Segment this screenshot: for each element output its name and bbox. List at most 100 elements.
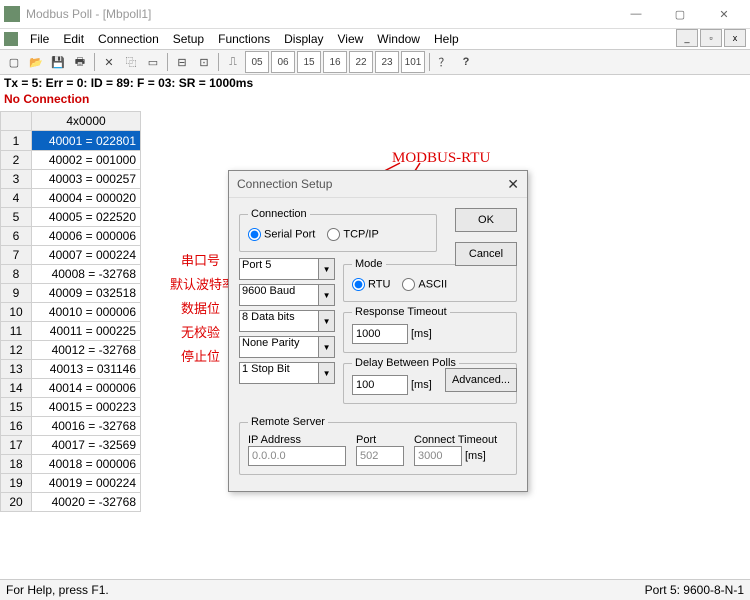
grid-row-index[interactable]: 18 — [1, 455, 32, 474]
grid-cell[interactable]: 40003 = 000257 — [32, 170, 141, 189]
grid-row-index[interactable]: 10 — [1, 303, 32, 322]
grid-cell[interactable]: 40007 = 000224 — [32, 246, 141, 265]
grid-row-index[interactable]: 1 — [1, 131, 32, 151]
grid-row-index[interactable]: 13 — [1, 360, 32, 379]
menu-edit[interactable]: Edit — [57, 30, 90, 48]
rtu-radio[interactable]: RTU — [352, 278, 390, 291]
grid-row-index[interactable]: 3 — [1, 170, 32, 189]
about-icon[interactable]: ? — [456, 52, 476, 72]
tool-icon[interactable]: ⊟ — [172, 52, 192, 72]
paste-icon[interactable]: ▭ — [143, 52, 163, 72]
dialog-titlebar: Connection Setup ✕ — [229, 171, 527, 198]
grid-cell[interactable]: 40006 = 000006 — [32, 227, 141, 246]
port-select[interactable]: Port 5▼ — [239, 258, 335, 280]
toolbar-fc-23[interactable]: 23 — [375, 51, 399, 73]
stopbit-select[interactable]: 1 Stop Bit▼ — [239, 362, 335, 384]
grid-row-index[interactable]: 15 — [1, 398, 32, 417]
grid-cell[interactable]: 40005 = 022520 — [32, 208, 141, 227]
port-input[interactable] — [356, 446, 404, 466]
cut-icon[interactable]: ✕ — [99, 52, 119, 72]
tcpip-radio[interactable]: TCP/IP — [327, 228, 378, 241]
toolbar-fc-05[interactable]: 05 — [245, 51, 269, 73]
open-icon[interactable]: 📂 — [26, 52, 46, 72]
menu-file[interactable]: File — [24, 30, 55, 48]
statusbar-port: Port 5: 9600-8-N-1 — [645, 583, 744, 597]
tool2-icon[interactable]: ⊡ — [194, 52, 214, 72]
toolbar-fc-16[interactable]: 16 — [323, 51, 347, 73]
grid-cell[interactable]: 40001 = 022801 — [32, 131, 141, 151]
toolbar-fc-15[interactable]: 15 — [297, 51, 321, 73]
grid-cell[interactable]: 40012 = -32768 — [32, 341, 141, 360]
print-icon[interactable]: 🖶 — [70, 52, 90, 72]
ascii-radio[interactable]: ASCII — [402, 278, 447, 291]
cancel-button[interactable]: Cancel — [455, 242, 517, 266]
parity-select[interactable]: None Parity▼ — [239, 336, 335, 358]
grid-cell[interactable]: 40004 = 000020 — [32, 189, 141, 208]
menu-functions[interactable]: Functions — [212, 30, 276, 48]
help-icon[interactable]: ？ — [434, 52, 454, 72]
grid-row-index[interactable]: 2 — [1, 151, 32, 170]
menu-window[interactable]: Window — [371, 30, 426, 48]
mode-legend: Mode — [352, 258, 386, 270]
grid-row-index[interactable]: 17 — [1, 436, 32, 455]
grid-cell[interactable]: 40020 = -32768 — [32, 493, 141, 512]
connect-timeout-input[interactable] — [414, 446, 462, 466]
menu-help[interactable]: Help — [428, 30, 465, 48]
remote-server-legend: Remote Server — [248, 416, 328, 428]
menu-display[interactable]: Display — [278, 30, 329, 48]
grid-cell[interactable]: 40019 = 000224 — [32, 474, 141, 493]
grid-row-index[interactable]: 4 — [1, 189, 32, 208]
mdi-restore[interactable]: ▫ — [700, 29, 722, 47]
menu-setup[interactable]: Setup — [167, 30, 210, 48]
grid-row-index[interactable]: 9 — [1, 284, 32, 303]
grid-cell[interactable]: 40013 = 031146 — [32, 360, 141, 379]
mdi-minimize[interactable]: _ — [676, 29, 698, 47]
ip-input[interactable] — [248, 446, 346, 466]
menu-connection[interactable]: Connection — [92, 30, 165, 48]
grid-row-index[interactable]: 7 — [1, 246, 32, 265]
dialog-close-icon[interactable]: ✕ — [507, 176, 519, 193]
toolbar-fc-06[interactable]: 06 — [271, 51, 295, 73]
delay-input[interactable] — [352, 375, 408, 395]
toolbar-fc-101[interactable]: 101 — [401, 51, 425, 73]
grid-row-index[interactable]: 8 — [1, 265, 32, 284]
toolbar-fc-22[interactable]: 22 — [349, 51, 373, 73]
response-timeout-input[interactable] — [352, 324, 408, 344]
grid-row-index[interactable]: 12 — [1, 341, 32, 360]
save-icon[interactable]: 💾 — [48, 52, 68, 72]
advanced-button[interactable]: Advanced... — [445, 368, 517, 392]
grid-cell[interactable]: 40010 = 000006 — [32, 303, 141, 322]
copy-icon[interactable]: ⿻ — [121, 52, 141, 72]
status-line: Tx = 5: Err = 0: ID = 89: F = 03: SR = 1… — [0, 75, 750, 91]
grid-row-index[interactable]: 16 — [1, 417, 32, 436]
grid-row-index[interactable]: 20 — [1, 493, 32, 512]
databits-select[interactable]: 8 Data bits▼ — [239, 310, 335, 332]
maximize-button[interactable]: ▢ — [658, 0, 702, 28]
grid-cell[interactable]: 40015 = 000223 — [32, 398, 141, 417]
ok-button[interactable]: OK — [455, 208, 517, 232]
grid-cell[interactable]: 40014 = 000006 — [32, 379, 141, 398]
statusbar-help: For Help, press F1. — [6, 583, 109, 597]
response-timeout-group: Response Timeout [ms] — [343, 306, 517, 353]
close-button[interactable]: ✕ — [702, 0, 746, 28]
grid-row-index[interactable]: 6 — [1, 227, 32, 246]
menu-view[interactable]: View — [332, 30, 370, 48]
new-icon[interactable]: ▢ — [4, 52, 24, 72]
dialog-title: Connection Setup — [237, 177, 332, 191]
grid-cell[interactable]: 40002 = 001000 — [32, 151, 141, 170]
grid-cell[interactable]: 40017 = -32569 — [32, 436, 141, 455]
grid-row-index[interactable]: 14 — [1, 379, 32, 398]
baud-select[interactable]: 9600 Baud▼ — [239, 284, 335, 306]
grid-cell[interactable]: 40008 = -32768 — [32, 265, 141, 284]
grid-cell[interactable]: 40016 = -32768 — [32, 417, 141, 436]
pulse-icon[interactable]: ⎍ — [223, 52, 243, 72]
grid-cell[interactable]: 40011 = 000225 — [32, 322, 141, 341]
grid-row-index[interactable]: 19 — [1, 474, 32, 493]
grid-row-index[interactable]: 5 — [1, 208, 32, 227]
serial-port-radio[interactable]: Serial Port — [248, 228, 315, 241]
mdi-close[interactable]: x — [724, 29, 746, 47]
grid-cell[interactable]: 40009 = 032518 — [32, 284, 141, 303]
grid-cell[interactable]: 40018 = 000006 — [32, 455, 141, 474]
minimize-button[interactable]: — — [614, 0, 658, 28]
grid-row-index[interactable]: 11 — [1, 322, 32, 341]
